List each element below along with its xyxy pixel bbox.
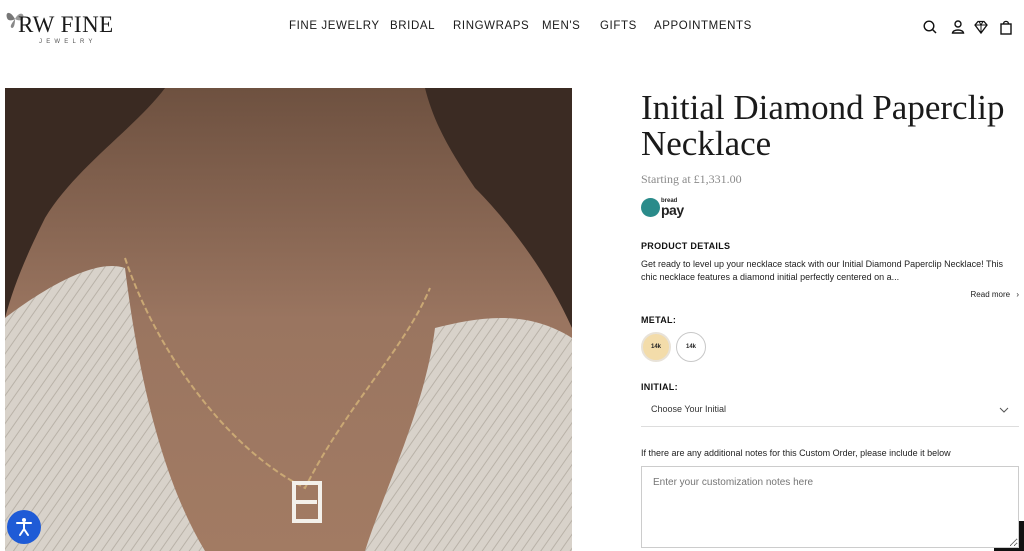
- product-description: Get ready to level up your necklace stac…: [641, 259, 1004, 282]
- header-actions: [914, 19, 1024, 39]
- notes-label: If there are any additional notes for th…: [641, 448, 951, 458]
- initial-select[interactable]: Choose Your Initial: [641, 398, 1019, 427]
- initial-heading: INITIAL:: [641, 382, 678, 392]
- bread-pay-badge[interactable]: bread pay: [641, 197, 691, 219]
- metal-heading: METAL:: [641, 315, 677, 325]
- product-image[interactable]: [5, 88, 572, 551]
- product-price: Starting at £1,331.00: [641, 172, 742, 186]
- accessibility-icon: [16, 518, 32, 536]
- metal-swatch-yellow[interactable]: 14k: [641, 332, 671, 362]
- search-icon[interactable]: [922, 19, 940, 37]
- bread-logo-icon: [641, 198, 660, 217]
- chevron-down-icon: [999, 405, 1009, 415]
- chevron-right-icon: ›: [1016, 290, 1019, 299]
- read-more-label: Read more: [970, 290, 1011, 299]
- diamond-icon[interactable]: [973, 19, 991, 37]
- nav-mens[interactable]: MEN'S: [542, 20, 580, 32]
- necklace-photo: [5, 88, 572, 551]
- site-header: RW FINE JEWELRY FINE JEWELRY BRIDAL RING…: [0, 0, 1024, 56]
- pay-label: pay: [661, 202, 684, 218]
- main-nav: FINE JEWELRY BRIDAL RINGWRAPS MEN'S GIFT…: [0, 20, 1024, 36]
- metal-swatch-white[interactable]: 14k: [676, 332, 706, 362]
- logo-subtitle: JEWELRY: [39, 39, 97, 45]
- product-details-heading: PRODUCT DETAILS: [641, 241, 731, 251]
- product-title: Initial Diamond Paperclip Necklace: [641, 88, 1005, 163]
- nav-appointments[interactable]: APPOINTMENTS: [654, 20, 752, 32]
- bag-icon[interactable]: [998, 19, 1016, 37]
- accessibility-button[interactable]: [7, 510, 41, 544]
- nav-fine-jewelry[interactable]: FINE JEWELRY: [289, 20, 380, 32]
- metal-swatch-label: 14k: [650, 344, 661, 350]
- customization-notes-input[interactable]: [641, 466, 1019, 548]
- nav-ringwraps[interactable]: RINGWRAPS: [453, 20, 529, 32]
- nav-gifts[interactable]: GIFTS: [600, 20, 637, 32]
- read-more-link[interactable]: Read more ›: [971, 290, 1019, 299]
- account-icon[interactable]: [950, 19, 968, 37]
- nav-bridal[interactable]: BRIDAL: [390, 20, 435, 32]
- metal-swatch-label: 14k: [685, 344, 696, 350]
- initial-select-value: Choose Your Initial: [651, 404, 727, 414]
